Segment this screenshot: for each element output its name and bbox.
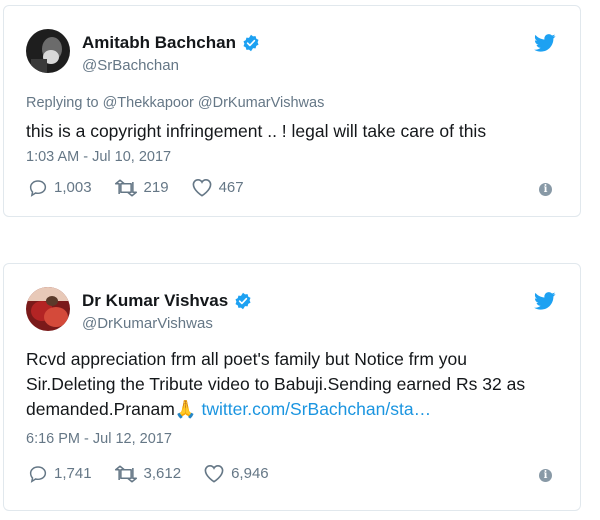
avatar[interactable] <box>26 29 70 73</box>
folded-hands-emoji-icon: 🙏 <box>174 399 197 419</box>
avatar-photo-dark-icon <box>26 29 70 73</box>
author-handle[interactable]: @DrKumarVishwas <box>82 315 213 332</box>
like-count: 467 <box>218 179 244 196</box>
tweet-card: Amitabh Bachchan @SrBachchan Replying to… <box>3 5 581 217</box>
retweet-button[interactable]: 219 <box>114 179 169 197</box>
tweet-text-line: demanded.Pranam🙏 twitter.com/SrBachchan/… <box>26 397 546 422</box>
tweet-timestamp[interactable]: 1:03 AM - Jul 10, 2017 <box>26 149 171 165</box>
tweet-card: Dr Kumar Vishvas @DrKumarVishwas Rcvd ap… <box>3 263 581 511</box>
retweet-button[interactable]: 3,612 <box>114 465 182 483</box>
tweet-actions: 1,741 3,612 6,946 <box>28 464 291 483</box>
like-count: 6,946 <box>231 465 269 482</box>
author-row: Dr Kumar Vishvas <box>82 291 252 311</box>
author-name[interactable]: Amitabh Bachchan <box>82 33 236 53</box>
tweet-text: this is a copyright infringement .. ! le… <box>26 121 487 141</box>
tweet-text-line: Rcvd appreciation frm all poet's family … <box>26 349 468 369</box>
twitter-bird-icon[interactable] <box>534 292 556 310</box>
twitter-bird-icon[interactable] <box>534 34 556 52</box>
retweet-count: 219 <box>143 179 169 196</box>
info-icon[interactable]: i <box>539 183 552 196</box>
info-icon[interactable]: i <box>539 469 552 482</box>
tweet-text-segment: demanded.Pranam <box>26 399 175 419</box>
retweet-count: 3,612 <box>143 465 182 482</box>
like-button[interactable]: 6,946 <box>203 464 269 483</box>
author-row: Amitabh Bachchan <box>82 33 260 53</box>
reply-icon <box>29 465 47 483</box>
reply-button[interactable]: 1,741 <box>28 465 92 483</box>
tweet-actions: 1,003 219 467 <box>28 178 266 197</box>
tweet-text: Rcvd appreciation frm all poet's family … <box>26 347 546 422</box>
verified-badge-icon <box>235 292 251 310</box>
reply-count: 1,741 <box>54 465 92 482</box>
tweet-text-line: Sir.Deleting the Tribute video to Babuji… <box>26 374 526 394</box>
reply-count: 1,003 <box>54 179 92 196</box>
tweet-timestamp[interactable]: 6:16 PM - Jul 12, 2017 <box>26 431 172 447</box>
author-handle[interactable]: @SrBachchan <box>82 57 179 74</box>
avatar[interactable] <box>26 287 70 331</box>
author-name[interactable]: Dr Kumar Vishvas <box>82 291 228 311</box>
replying-to[interactable]: Replying to @Thekkapoor @DrKumarVishwas <box>26 95 324 111</box>
like-heart-icon <box>204 464 224 483</box>
retweet-icon <box>114 179 137 196</box>
avatar-photo-red-icon <box>26 287 70 331</box>
like-heart-icon <box>192 178 211 197</box>
reply-icon <box>29 179 47 197</box>
verified-badge-icon <box>243 34 259 52</box>
like-button[interactable]: 467 <box>191 178 244 197</box>
tweet-link[interactable]: twitter.com/SrBachchan/sta… <box>202 399 432 419</box>
reply-button[interactable]: 1,003 <box>28 179 92 197</box>
retweet-icon <box>114 465 137 482</box>
